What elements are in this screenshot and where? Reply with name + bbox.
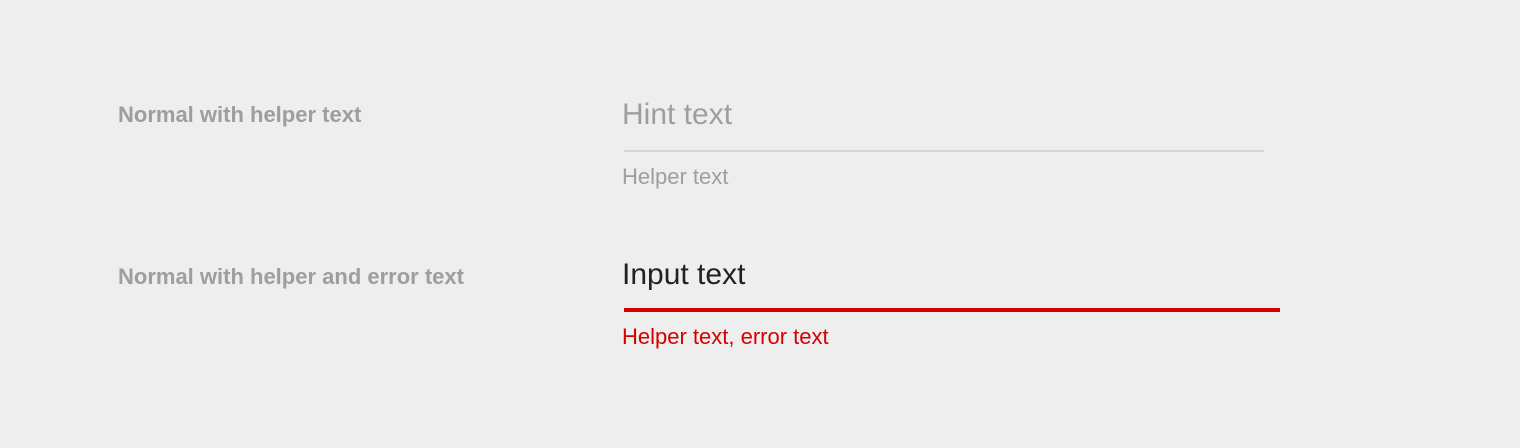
field-underline-error — [624, 308, 1280, 312]
row-label-helper: Normal with helper text — [118, 102, 362, 127]
error-helper-text: Helper text, error text — [622, 324, 829, 349]
field-underline — [624, 150, 1264, 152]
text-field-error[interactable]: Input text Helper text, error text — [622, 260, 1280, 348]
hint-text[interactable]: Hint text — [622, 100, 732, 130]
row-label-error: Normal with helper and error text — [118, 264, 464, 289]
input-text[interactable]: Input text — [622, 260, 745, 290]
helper-text: Helper text — [622, 164, 729, 189]
text-field-helper[interactable]: Hint text Helper text — [622, 100, 1264, 188]
